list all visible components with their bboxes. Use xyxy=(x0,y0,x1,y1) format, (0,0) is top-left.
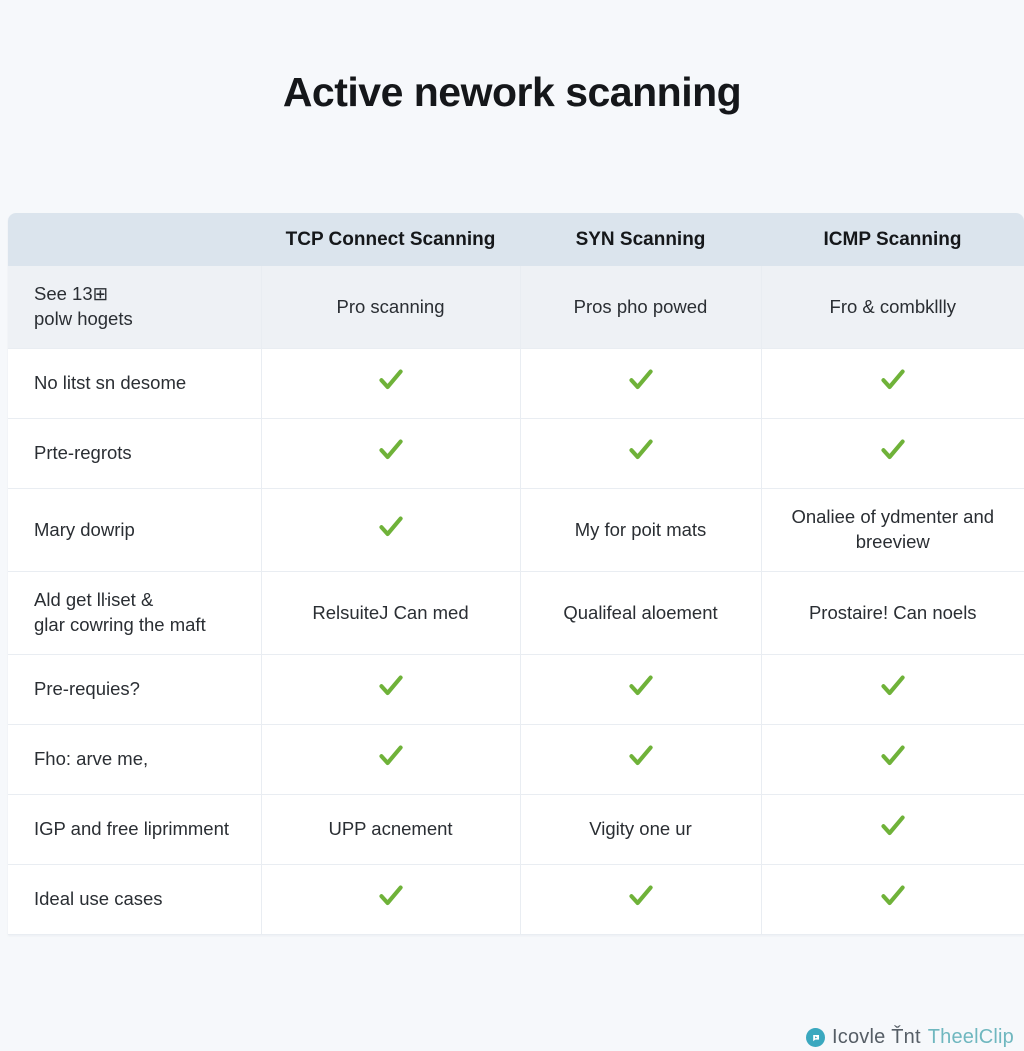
footer-watermark: Icovle Ťnt TheelClip xyxy=(806,1026,1014,1049)
text-cell: Onaliee of ydmenter and breeview xyxy=(761,488,1024,573)
check-cell xyxy=(761,794,1024,866)
check-cell xyxy=(761,864,1024,936)
page-title: Active nework scanning xyxy=(282,69,742,116)
column-header-0: TCP Connect Scanning xyxy=(261,213,520,267)
check-icon xyxy=(878,365,908,395)
table-row: No litst sn desome xyxy=(8,348,1024,420)
check-icon xyxy=(376,365,406,395)
row-label: Pre-requies? xyxy=(8,654,262,726)
row-label: Ald get lŀiset & glar cowring the maft xyxy=(8,571,262,656)
check-icon xyxy=(376,512,406,542)
text-cell: Pro scanning xyxy=(261,266,521,350)
check-cell xyxy=(520,864,762,936)
row-label: Ideal use cases xyxy=(8,864,262,936)
check-icon xyxy=(626,365,656,395)
table-row: See 13⊞ polw hogets Pro scanning Pros pho p… xyxy=(8,266,1024,350)
check-cell xyxy=(520,348,762,420)
table-header: TCP Connect Scanning SYN Scanning ICMP S… xyxy=(8,213,1024,267)
check-cell xyxy=(261,654,521,726)
table-row: Fho: arve me, xyxy=(8,724,1024,796)
check-cell xyxy=(261,724,521,796)
text-cell: Prostaire! Can noels xyxy=(761,571,1024,656)
column-header-1: SYN Scanning xyxy=(520,213,761,267)
check-cell xyxy=(761,724,1024,796)
table-row: Ideal use cases xyxy=(8,864,1024,936)
comparison-table: TCP Connect Scanning SYN Scanning ICMP S… xyxy=(8,213,1024,936)
column-header-feature xyxy=(8,213,261,267)
table-row: IGP and free liprimment UPP acnement Vigit… xyxy=(8,794,1024,866)
check-icon xyxy=(878,435,908,465)
row-label: No litst sn desome xyxy=(8,348,262,420)
text-cell: Pros pho powed xyxy=(520,266,762,350)
row-label: See 13⊞ polw hogets xyxy=(8,266,262,350)
check-cell xyxy=(261,418,521,490)
row-label: IGP and free liprimment xyxy=(8,794,262,866)
check-icon xyxy=(626,671,656,701)
check-cell xyxy=(261,488,521,573)
check-icon xyxy=(376,671,406,701)
check-cell xyxy=(520,418,762,490)
table-body: See 13⊞ polw hogets Pro scanning Pros pho p… xyxy=(8,266,1024,936)
check-cell xyxy=(520,724,762,796)
check-cell xyxy=(261,348,521,420)
table-row: Ald get lŀiset & glar cowring the maft Rel… xyxy=(8,571,1024,656)
check-icon xyxy=(626,435,656,465)
comparison-table-container: TCP Connect Scanning SYN Scanning ICMP S… xyxy=(8,213,1024,936)
table-row: Prte-regrots xyxy=(8,418,1024,490)
check-icon xyxy=(376,435,406,465)
check-cell xyxy=(520,654,762,726)
table-row: Mary dowrip My for poit mats Onaliee of yd… xyxy=(8,488,1024,573)
text-cell: My for poit mats xyxy=(520,488,762,573)
play-circle-icon xyxy=(806,1028,825,1048)
text-cell: Vigity one ur xyxy=(520,794,762,866)
text-cell: Fro & combkllly xyxy=(761,266,1024,350)
check-cell xyxy=(261,864,521,936)
check-icon xyxy=(626,741,656,771)
check-cell xyxy=(761,654,1024,726)
check-icon xyxy=(376,741,406,771)
check-cell xyxy=(761,418,1024,490)
check-icon xyxy=(878,741,908,771)
row-label: Prte-regrots xyxy=(8,418,262,490)
row-label: Fho: arve me, xyxy=(8,724,262,796)
table-header-row: TCP Connect Scanning SYN Scanning ICMP S… xyxy=(8,213,1024,267)
column-header-2: ICMP Scanning xyxy=(761,213,1024,267)
check-cell xyxy=(761,348,1024,420)
page-root: Active nework scanning TCP Connect Scann… xyxy=(0,27,1024,1051)
text-cell: RelsuiteJ Can med xyxy=(261,571,521,656)
check-icon xyxy=(878,671,908,701)
check-icon xyxy=(376,881,406,911)
brand-name-part1: Icovle Ťnt xyxy=(832,1026,921,1049)
brand-name-part2: TheelClip xyxy=(927,1026,1014,1049)
check-icon xyxy=(626,881,656,911)
table-row: Pre-requies? xyxy=(8,654,1024,726)
text-cell: UPP acnement xyxy=(261,794,521,866)
check-icon xyxy=(878,811,908,841)
text-cell: Qualifeal aloement xyxy=(520,571,762,656)
check-icon xyxy=(878,881,908,911)
row-label: Mary dowrip xyxy=(8,488,262,573)
